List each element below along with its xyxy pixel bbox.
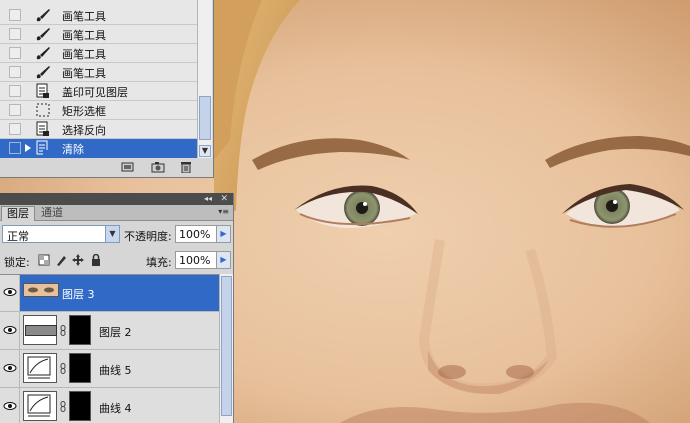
layer-row[interactable]: 图层 2 xyxy=(0,312,219,350)
new-snapshot-icon[interactable] xyxy=(151,161,165,173)
history-item-label: 清除 xyxy=(62,143,84,156)
panel-menu-icon[interactable]: ▾≡ xyxy=(218,207,229,216)
brush-icon xyxy=(36,66,50,79)
link-icon[interactable] xyxy=(60,363,66,374)
history-item-label: 画笔工具 xyxy=(62,29,106,42)
history-list: 画笔工具 画笔工具 画笔工具 画笔工具 盖印可见图层 矩形选框 选择反向 清除 xyxy=(0,0,197,158)
history-item[interactable]: 画笔工具 xyxy=(0,25,197,44)
history-checkbox[interactable] xyxy=(9,85,21,97)
brush-icon xyxy=(36,28,50,41)
link-icon[interactable] xyxy=(60,325,66,336)
fill-input[interactable]: 100% ▶ xyxy=(175,251,231,269)
history-checkbox[interactable] xyxy=(9,47,21,59)
document-icon xyxy=(36,121,49,136)
history-item-label: 矩形选框 xyxy=(62,105,106,118)
scroll-down-arrow-icon[interactable]: ▼ xyxy=(199,145,211,157)
history-checkbox[interactable] xyxy=(9,142,21,154)
document-icon xyxy=(36,83,49,98)
history-checkbox[interactable] xyxy=(9,123,21,135)
fill-value: 100% xyxy=(179,254,211,267)
history-item[interactable]: 盖印可见图层 xyxy=(0,82,197,101)
fill-slider-arrow-icon[interactable]: ▶ xyxy=(216,252,230,268)
eye-icon xyxy=(3,402,17,410)
opacity-input[interactable]: 100% ▶ xyxy=(175,225,231,243)
layers-tabbar: 图层 通道 ▾≡ xyxy=(0,205,233,221)
close-icon[interactable]: ✕ xyxy=(220,193,228,205)
opacity-slider-arrow-icon[interactable]: ▶ xyxy=(216,226,230,242)
lock-transparent-pixels-icon[interactable] xyxy=(38,254,50,266)
opacity-value: 100% xyxy=(179,228,211,241)
collapse-icon[interactable]: ◂◂ xyxy=(204,193,212,205)
history-scrollbar[interactable]: ▼ xyxy=(197,0,212,158)
history-item-label: 盖印可见图层 xyxy=(62,86,128,99)
history-item[interactable]: 清除 xyxy=(0,139,197,158)
opacity-label: 不透明度: xyxy=(124,230,172,243)
layer-row[interactable]: 曲线 5 xyxy=(0,350,219,388)
layer-row[interactable]: 图层 3 xyxy=(0,275,219,312)
history-item[interactable]: 矩形选框 xyxy=(0,101,197,120)
lock-position-icon[interactable] xyxy=(72,254,84,266)
history-scroll-thumb[interactable] xyxy=(199,96,211,140)
lock-label: 锁定: xyxy=(4,256,30,269)
eye-icon xyxy=(3,288,17,296)
tab-channels[interactable]: 通道 xyxy=(36,206,68,221)
visibility-toggle[interactable] xyxy=(0,388,20,423)
blend-mode-select[interactable]: 正常 ▼ xyxy=(2,225,120,243)
layers-scrollbar[interactable] xyxy=(219,274,233,423)
link-icon[interactable] xyxy=(60,401,66,412)
layer-row[interactable]: 曲线 4 xyxy=(0,388,219,423)
history-item[interactable]: 画笔工具 xyxy=(0,44,197,63)
history-checkbox[interactable] xyxy=(9,104,21,116)
new-document-from-state-icon[interactable] xyxy=(121,161,135,173)
brush-icon xyxy=(36,9,50,22)
history-item-label: 画笔工具 xyxy=(62,48,106,61)
visibility-toggle[interactable] xyxy=(0,312,20,349)
trash-icon[interactable] xyxy=(179,161,193,173)
visibility-toggle[interactable] xyxy=(0,275,20,311)
marquee-icon xyxy=(36,103,50,117)
layers-panel-titlebar[interactable]: ◂◂ ✕ xyxy=(0,193,233,205)
layer-mask-thumbnail[interactable] xyxy=(69,353,91,383)
brush-icon xyxy=(36,47,50,60)
history-checkbox[interactable] xyxy=(9,28,21,40)
layer-name: 图层 2 xyxy=(99,326,132,339)
history-item-label: 画笔工具 xyxy=(62,10,106,23)
eye-icon xyxy=(3,326,17,334)
layer-thumbnail xyxy=(23,391,57,421)
visibility-toggle[interactable] xyxy=(0,350,20,387)
history-checkbox[interactable] xyxy=(9,9,21,21)
tab-layers[interactable]: 图层 xyxy=(1,206,35,221)
history-panel: 画笔工具 画笔工具 画笔工具 画笔工具 盖印可见图层 矩形选框 选择反向 清除 ▼ xyxy=(0,0,214,178)
layer-name: 图层 3 xyxy=(62,288,95,301)
layer-thumbnail xyxy=(23,315,57,345)
chevron-down-icon[interactable]: ▼ xyxy=(105,226,119,242)
document-icon xyxy=(36,140,49,155)
layer-thumbnail xyxy=(23,353,57,383)
fill-label: 填充: xyxy=(146,256,172,269)
history-item[interactable]: 画笔工具 xyxy=(0,6,197,25)
history-item-label: 画笔工具 xyxy=(62,67,106,80)
history-item-label: 选择反向 xyxy=(62,124,106,137)
layer-mask-thumbnail[interactable] xyxy=(69,391,91,421)
history-checkbox[interactable] xyxy=(9,66,21,78)
eye-icon xyxy=(3,364,17,372)
lock-image-pixels-icon[interactable] xyxy=(55,254,67,266)
history-item[interactable]: 画笔工具 xyxy=(0,63,197,82)
history-item[interactable]: 选择反向 xyxy=(0,120,197,139)
blend-mode-value: 正常 xyxy=(7,230,29,243)
layer-thumbnail xyxy=(23,283,59,297)
layer-mask-thumbnail[interactable] xyxy=(69,315,91,345)
history-toolbar xyxy=(0,158,212,177)
history-state-arrow-icon xyxy=(25,144,31,152)
layer-name: 曲线 4 xyxy=(99,402,132,415)
layers-panel: ◂◂ ✕ 图层 通道 ▾≡ 正常 ▼ 不透明度: 100% ▶ 锁定: 填充: … xyxy=(0,193,234,423)
layer-name: 曲线 5 xyxy=(99,364,132,377)
lock-all-icon[interactable] xyxy=(90,254,102,266)
layers-scroll-thumb[interactable] xyxy=(221,276,232,416)
layer-list: 图层 3 图层 2 曲线 5 曲线 4 xyxy=(0,274,219,423)
